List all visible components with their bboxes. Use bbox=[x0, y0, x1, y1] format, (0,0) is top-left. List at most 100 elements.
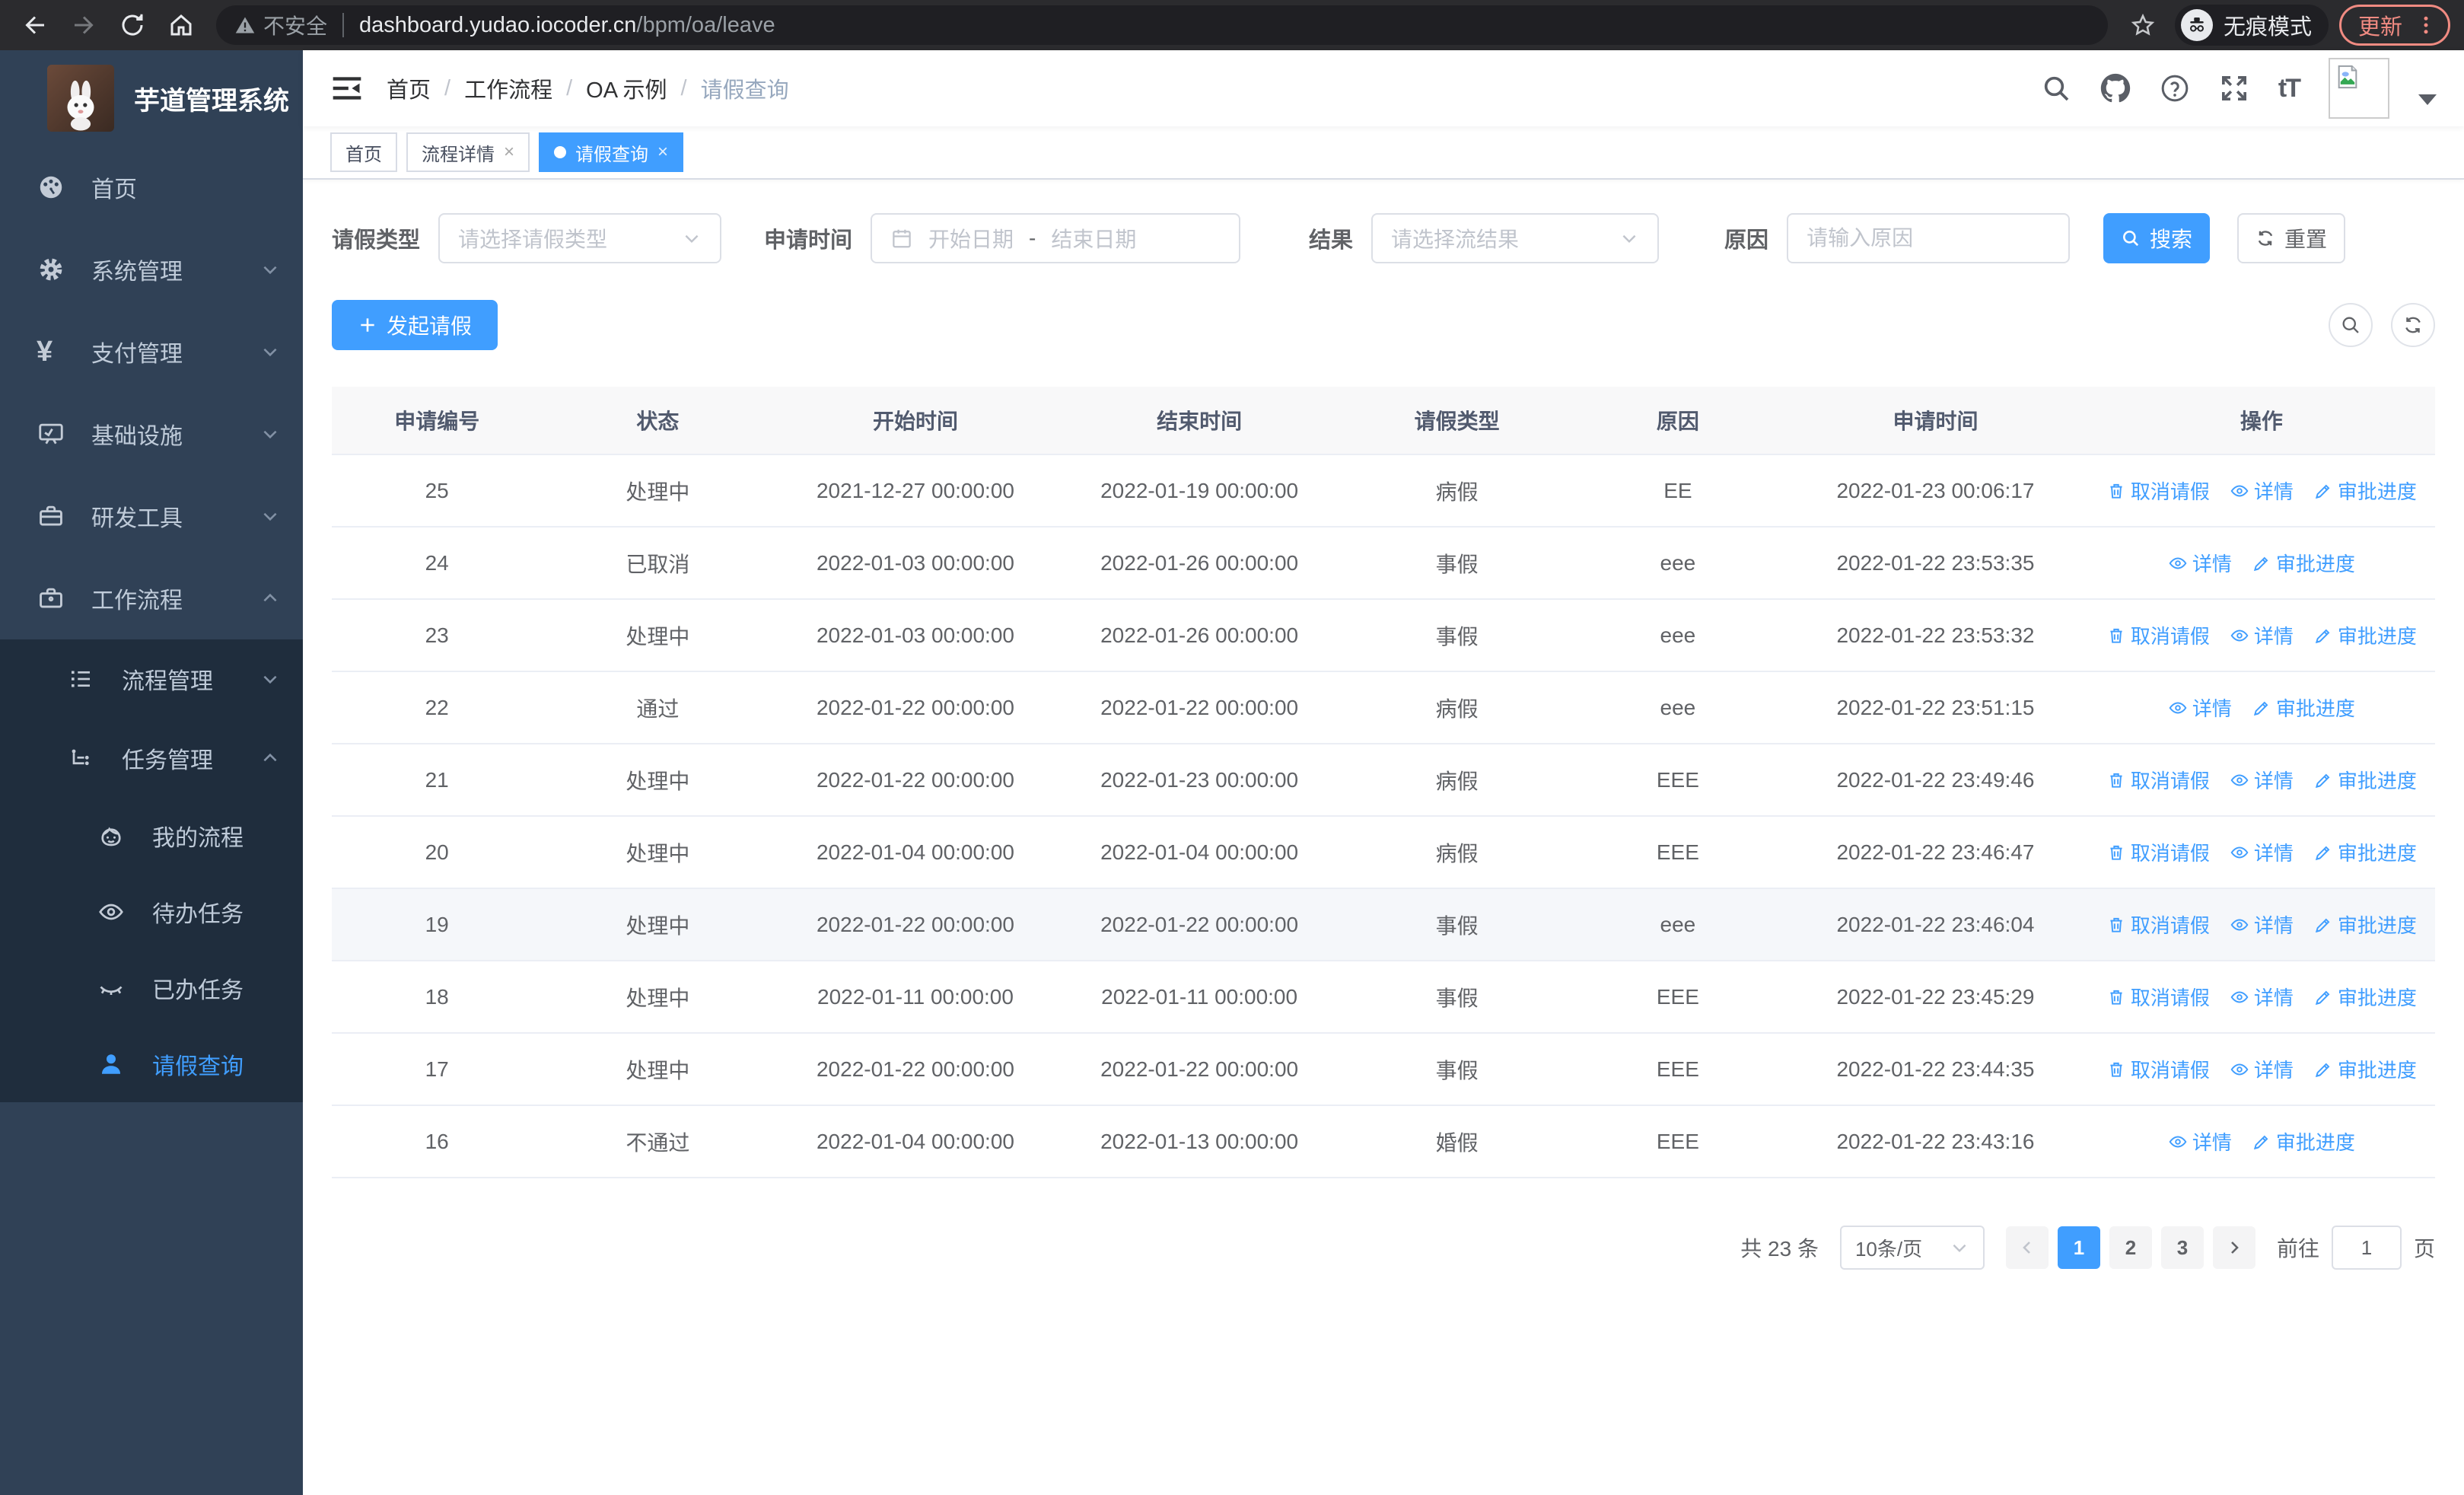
detail-link[interactable]: 详情 bbox=[2168, 549, 2232, 577]
sidebar-item-done-tasks[interactable]: 已办任务 bbox=[0, 950, 303, 1026]
reset-button[interactable]: 重置 bbox=[2237, 213, 2346, 263]
cancel-leave-link[interactable]: 取消请假 bbox=[2106, 838, 2210, 866]
sidebar-item-process-management[interactable]: 流程管理 bbox=[0, 639, 303, 719]
sidebar-item-label: 请假查询 bbox=[152, 1054, 244, 1079]
browser-reload-button[interactable] bbox=[111, 4, 154, 46]
detail-label: 详情 bbox=[2253, 625, 2294, 648]
sidebar-item-payment[interactable]: ¥ 支付管理 bbox=[0, 311, 303, 393]
tab-leave-query[interactable]: 请假查询 × bbox=[539, 132, 684, 172]
cancel-leave-label: 取消请假 bbox=[2130, 842, 2210, 865]
next-page-button[interactable] bbox=[2212, 1226, 2255, 1269]
cancel-leave-link[interactable]: 取消请假 bbox=[2106, 477, 2210, 505]
search-icon[interactable] bbox=[2041, 73, 2071, 104]
cell-actions: 详情 审批进度 bbox=[2088, 549, 2435, 577]
detail-link[interactable]: 详情 bbox=[2168, 693, 2232, 722]
approval-progress-link[interactable]: 审批进度 bbox=[2313, 477, 2417, 505]
detail-link[interactable]: 详情 bbox=[2230, 766, 2294, 794]
sidebar-item-system[interactable]: 系统管理 bbox=[0, 228, 303, 311]
cancel-leave-link[interactable]: 取消请假 bbox=[2106, 766, 2210, 794]
close-icon[interactable]: × bbox=[504, 143, 514, 161]
search-button[interactable]: 搜索 bbox=[2103, 213, 2211, 263]
detail-link[interactable]: 详情 bbox=[2230, 477, 2294, 505]
detail-link[interactable]: 详情 bbox=[2230, 983, 2294, 1011]
sidebar-logo-row[interactable]: 芋道管理系统 bbox=[0, 50, 303, 146]
browser-chrome: 不安全 dashboard.yudao.iocoder.cn/bpm/oa/le… bbox=[0, 0, 2464, 50]
cell-apply-id: 22 bbox=[425, 695, 449, 719]
help-icon[interactable] bbox=[2160, 73, 2190, 104]
apply-time-label: 申请时间 bbox=[764, 228, 853, 253]
leave-type-select[interactable]: 请选择请假类型 bbox=[438, 213, 722, 263]
page-button-2[interactable]: 2 bbox=[2109, 1226, 2152, 1269]
prev-page-button[interactable] bbox=[2005, 1226, 2049, 1269]
cancel-leave-link[interactable]: 取消请假 bbox=[2106, 983, 2210, 1011]
sidebar-item-todo-tasks[interactable]: 待办任务 bbox=[0, 874, 303, 950]
table-row: 19 处理中 2022-01-22 00:00:00 2022-01-22 00… bbox=[332, 889, 2435, 961]
apply-time-range-picker[interactable]: 开始日期 - 结束日期 bbox=[871, 213, 1241, 263]
cancel-leave-link[interactable]: 取消请假 bbox=[2106, 621, 2210, 649]
show-search-toggle-button[interactable] bbox=[2329, 303, 2373, 347]
approval-progress-link[interactable]: 审批进度 bbox=[2313, 910, 2417, 939]
kebab-menu-icon[interactable] bbox=[2415, 14, 2437, 37]
sidebar-item-task-management[interactable]: 任务管理 bbox=[0, 719, 303, 798]
approval-progress-link[interactable]: 审批进度 bbox=[2313, 1055, 2417, 1083]
breadcrumb-workflow[interactable]: 工作流程 bbox=[464, 72, 552, 104]
user-menu-caret-icon[interactable] bbox=[2418, 94, 2437, 105]
result-select[interactable]: 请选择流结果 bbox=[1371, 213, 1660, 263]
end-date-placeholder[interactable]: 结束日期 bbox=[1051, 223, 1136, 253]
start-date-placeholder[interactable]: 开始日期 bbox=[928, 223, 1014, 253]
page-button-3[interactable]: 3 bbox=[2160, 1226, 2204, 1269]
breadcrumb-home[interactable]: 首页 bbox=[387, 72, 431, 104]
cancel-leave-link[interactable]: 取消请假 bbox=[2106, 1055, 2210, 1083]
pen-icon bbox=[2253, 1135, 2268, 1149]
sidebar-item-my-process[interactable]: 我的流程 bbox=[0, 798, 303, 874]
create-leave-button[interactable]: 发起请假 bbox=[332, 300, 498, 350]
sidebar-collapse-icon[interactable] bbox=[330, 72, 364, 105]
trash-icon bbox=[2110, 773, 2122, 788]
cell-reason: EEE bbox=[1656, 1057, 1699, 1081]
approval-progress-link[interactable]: 审批进度 bbox=[2313, 621, 2417, 649]
sidebar-item-workflow[interactable]: 工作流程 bbox=[0, 557, 303, 639]
detail-link[interactable]: 详情 bbox=[2230, 838, 2294, 866]
github-icon[interactable] bbox=[2100, 73, 2131, 104]
security-status[interactable]: 不安全 bbox=[234, 10, 327, 40]
breadcrumb-oa-example[interactable]: OA 示例 bbox=[586, 72, 667, 104]
monitor-icon bbox=[37, 419, 67, 448]
approval-progress-link[interactable]: 审批进度 bbox=[2252, 1127, 2355, 1156]
detail-link[interactable]: 详情 bbox=[2230, 910, 2294, 939]
browser-home-button[interactable] bbox=[160, 4, 202, 46]
detail-link[interactable]: 详情 bbox=[2230, 621, 2294, 649]
page-size-select[interactable]: 10条/页 bbox=[1839, 1226, 1985, 1270]
approval-progress-link[interactable]: 审批进度 bbox=[2252, 693, 2355, 722]
tab-process-detail[interactable]: 流程详情 × bbox=[406, 132, 530, 172]
reason-input[interactable] bbox=[1807, 226, 2051, 250]
browser-back-button[interactable] bbox=[14, 4, 56, 46]
sidebar-item-devtools[interactable]: 研发工具 bbox=[0, 475, 303, 557]
cancel-leave-link[interactable]: 取消请假 bbox=[2106, 910, 2210, 939]
address-bar[interactable]: 不安全 dashboard.yudao.iocoder.cn/bpm/oa/le… bbox=[216, 5, 2108, 45]
sidebar-item-home[interactable]: 首页 bbox=[0, 146, 303, 228]
cell-status: 处理中 bbox=[626, 986, 690, 1010]
browser-update-button[interactable]: 更新 bbox=[2338, 5, 2450, 46]
sidebar-item-leave-query[interactable]: 请假查询 bbox=[0, 1026, 303, 1102]
goto-page-input[interactable] bbox=[2331, 1226, 2402, 1270]
font-size-icon[interactable]: tT bbox=[2278, 74, 2301, 104]
detail-label: 详情 bbox=[2192, 697, 2232, 720]
cell-start-time: 2022-01-22 00:00:00 bbox=[816, 695, 1014, 719]
detail-link[interactable]: 详情 bbox=[2230, 1055, 2294, 1083]
fullscreen-icon[interactable] bbox=[2219, 73, 2249, 104]
refresh-table-button[interactable] bbox=[2391, 303, 2435, 347]
approval-progress-link[interactable]: 审批进度 bbox=[2313, 838, 2417, 866]
avatar[interactable] bbox=[2329, 58, 2389, 119]
approval-progress-link[interactable]: 审批进度 bbox=[2252, 549, 2355, 577]
tab-home[interactable]: 首页 bbox=[330, 132, 397, 172]
eye-icon bbox=[2230, 774, 2249, 786]
detail-link[interactable]: 详情 bbox=[2168, 1127, 2232, 1156]
chevron-down-icon bbox=[263, 675, 277, 684]
browser-forward-button[interactable] bbox=[62, 4, 105, 46]
bookmark-star-button[interactable] bbox=[2122, 4, 2164, 46]
page-button-1[interactable]: 1 bbox=[2057, 1226, 2100, 1269]
sidebar-item-infrastructure[interactable]: 基础设施 bbox=[0, 393, 303, 475]
close-icon[interactable]: × bbox=[657, 143, 668, 161]
approval-progress-link[interactable]: 审批进度 bbox=[2313, 983, 2417, 1011]
approval-progress-link[interactable]: 审批进度 bbox=[2313, 766, 2417, 794]
